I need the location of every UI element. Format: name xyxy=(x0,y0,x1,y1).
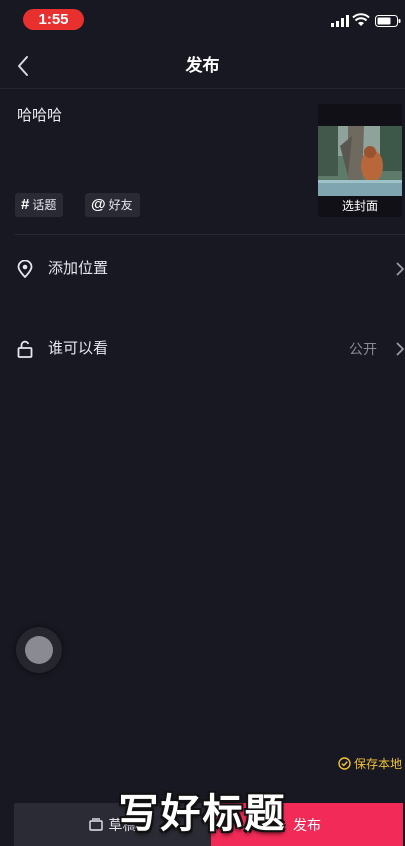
save-local-label: 保存本地 xyxy=(354,757,403,771)
back-button[interactable] xyxy=(10,52,38,80)
topic-chip-label: 话题 xyxy=(32,198,57,212)
status-time: 1:55 xyxy=(23,9,84,30)
status-bar: 1:55 xyxy=(0,0,405,40)
chevron-right-icon xyxy=(396,342,405,356)
privacy-value: 公开 xyxy=(349,341,377,357)
page-title: 发布 xyxy=(185,56,220,75)
topic-chip[interactable]: # 话题 xyxy=(15,193,64,217)
caption-input[interactable]: 哈哈哈 xyxy=(17,104,62,125)
check-circle-icon xyxy=(338,757,351,770)
location-pin-icon xyxy=(17,260,33,278)
signal-icon xyxy=(331,15,349,27)
publish-button[interactable]: 发布 xyxy=(211,803,403,846)
draft-button[interactable]: 草稿 xyxy=(14,803,211,846)
unlock-icon xyxy=(17,340,33,358)
battery-icon xyxy=(375,15,401,27)
mention-chip[interactable]: @ 好友 xyxy=(85,193,140,217)
draft-box-icon xyxy=(88,818,103,831)
add-location-label: 添加位置 xyxy=(48,260,109,277)
privacy-label: 谁可以看 xyxy=(48,340,109,357)
cover-thumbnail xyxy=(318,126,402,196)
mention-chip-label: 好友 xyxy=(108,198,133,212)
add-location-row[interactable]: 添加位置 xyxy=(0,249,405,289)
draft-button-label: 草稿 xyxy=(108,816,137,833)
assistive-touch-button[interactable] xyxy=(16,627,62,673)
save-local-toggle[interactable]: 保存本地 xyxy=(338,755,402,772)
assistive-touch-dot xyxy=(25,636,53,664)
publish-button-label: 发布 xyxy=(293,816,321,833)
chevron-right-icon xyxy=(396,262,405,276)
cover-label: 选封面 xyxy=(341,199,378,213)
privacy-row[interactable]: 谁可以看 公开 xyxy=(0,329,405,369)
hashtag-icon: # xyxy=(21,196,30,213)
wifi-icon xyxy=(352,13,370,26)
at-icon: @ xyxy=(91,196,106,213)
divider xyxy=(15,234,405,235)
chevron-left-icon xyxy=(18,56,28,76)
nav-bar: 发布 xyxy=(0,44,405,89)
cover-picker[interactable]: 选封面 xyxy=(318,104,402,217)
